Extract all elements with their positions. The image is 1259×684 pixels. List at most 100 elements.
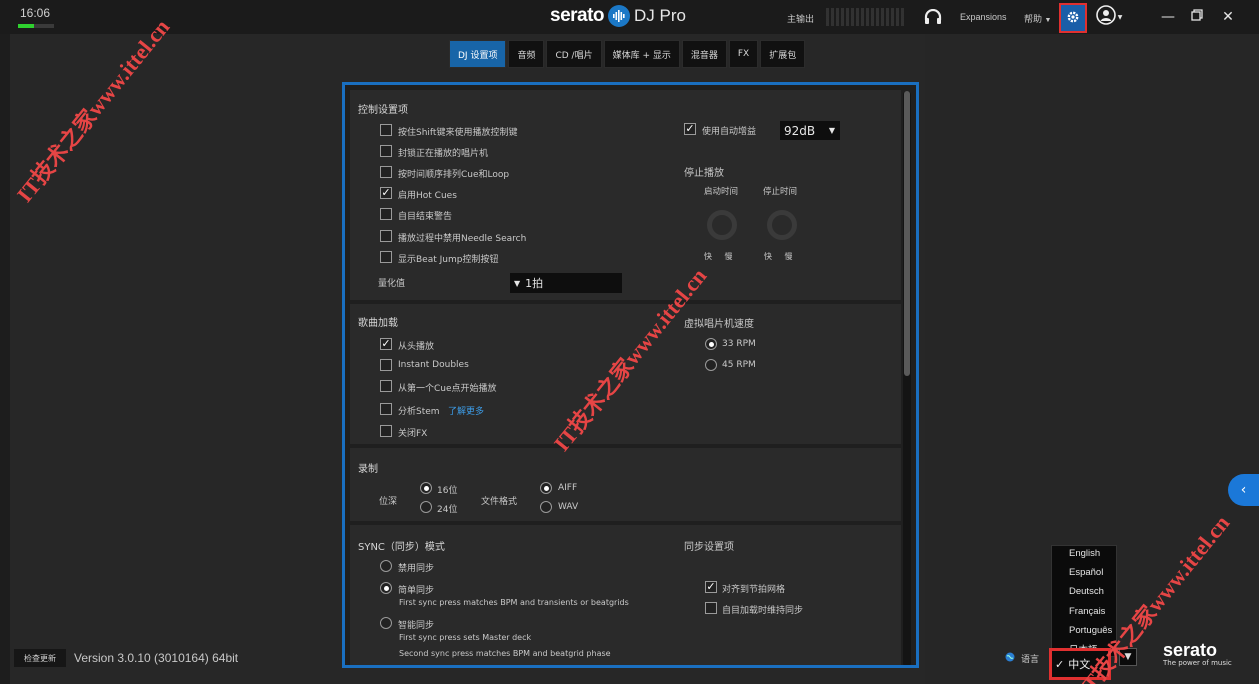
radio-label: 智能同步 [398, 621, 435, 631]
language-option-german[interactable]: Deutsch [1069, 586, 1104, 597]
checkbox-analyze-stems[interactable] [380, 403, 392, 415]
checkbox-label: 启用Hot Cues [398, 191, 457, 201]
radio-label: 24位 [437, 505, 458, 515]
checkbox-label: 播放过程中禁用Needle Search [398, 234, 527, 244]
auto-gain-value: 92dB [784, 123, 816, 138]
sync-mode-title: SYNC（同步）模式 [358, 542, 445, 553]
tab-mixer[interactable]: 混音器 [681, 40, 727, 68]
radio-label: WAV [558, 502, 579, 512]
side-panel-toggle[interactable]: ‹ [1228, 474, 1259, 506]
chevron-down-icon: ▼ [1044, 17, 1052, 24]
checkbox-show-beat-jump[interactable] [380, 251, 392, 263]
tab-expansions[interactable]: 扩展包 [760, 40, 806, 68]
learn-more-link[interactable]: 了解更多 [448, 404, 484, 417]
checkbox-label: 从第一个Cue点开始播放 [398, 384, 497, 394]
radio-aiff[interactable] [540, 482, 552, 494]
checkbox-play-from-first-cue[interactable] [380, 380, 392, 392]
radio-16-bit[interactable] [420, 482, 432, 494]
radio-45-rpm[interactable] [705, 359, 717, 371]
checkbox-auto-gain[interactable]: ✓ [684, 123, 696, 135]
quantize-select[interactable]: ▼ 1拍 [510, 273, 622, 293]
tab-cd-vinyl[interactable]: CD /唱片 [546, 40, 602, 68]
checkbox-turn-off-fx[interactable] [380, 425, 392, 437]
scrollbar-thumb[interactable] [904, 91, 910, 376]
checkbox-end-warning[interactable] [380, 208, 392, 220]
settings-button[interactable] [1059, 3, 1087, 33]
stop-knob-range-label: 快 慢 [764, 252, 793, 261]
checkbox-snap-to-beatgrid[interactable]: ✓ [705, 581, 717, 593]
version-label: Version 3.0.10 (3010164) 64bit [74, 651, 239, 665]
checkbox-label: 关闭FX [398, 429, 428, 439]
checkbox-play-from-start[interactable]: ✓ [380, 338, 392, 350]
checkbox-label: Instant Doubles [398, 360, 469, 370]
checkbox-sort-cues[interactable] [380, 166, 392, 178]
radio-label: 33 RPM [722, 339, 756, 349]
account-menu[interactable]: ▼ [1094, 5, 1124, 29]
language-option-portuguese[interactable]: Português [1069, 625, 1112, 636]
chevron-down-icon: ▼ [828, 126, 835, 135]
radio-label: 16位 [437, 486, 458, 496]
language-option-spanish[interactable]: Español [1069, 567, 1103, 578]
footer-tagline: The power of music [1163, 659, 1232, 667]
radio-24-bit[interactable] [420, 501, 432, 513]
serato-footer-logo: serato The power of music [1163, 641, 1232, 667]
stop-playback-title: 停止播放 [684, 168, 724, 179]
start-knob-range-label: 快 慢 [704, 252, 733, 261]
panel-scrollbar[interactable] [903, 91, 911, 665]
brand-name: serato [550, 5, 605, 26]
checkbox-label: 显示Beat Jump控制按钮 [398, 255, 499, 265]
language-option-english[interactable]: English [1069, 548, 1100, 559]
smart-sync-description-1: First sync press sets Master deck [399, 633, 532, 642]
checkbox-shift-playback[interactable] [380, 124, 392, 136]
auto-gain-select[interactable]: 92dB ▼ [780, 121, 840, 140]
stop-time-knob[interactable] [767, 210, 797, 240]
product-name: DJ Pro [634, 6, 686, 25]
checkbox-lock-playing-deck[interactable] [380, 145, 392, 157]
left-strip [0, 34, 10, 684]
master-out-label: 主输出 [787, 14, 815, 24]
quantize-value: 1拍 [525, 277, 544, 290]
control-section-title: 控制设置项 [358, 105, 408, 116]
checkbox-disable-needle-search[interactable] [380, 230, 392, 242]
help-menu[interactable]: 帮助 ▼ [1024, 12, 1051, 25]
radio-simple-sync[interactable] [380, 582, 392, 594]
tab-fx[interactable]: FX [728, 40, 759, 68]
language-label-text: 语言 [1021, 655, 1040, 665]
expansions-link[interactable]: Expansions [960, 12, 1007, 22]
bit-depth-label: 位深 [379, 497, 398, 507]
radio-33-rpm[interactable] [705, 338, 717, 350]
master-level-meter [826, 8, 904, 26]
gear-icon [1066, 9, 1080, 28]
close-icon: ✕ [1222, 9, 1234, 25]
restore-button[interactable] [1188, 8, 1206, 26]
minimize-button[interactable]: — [1159, 8, 1177, 26]
start-time-knob[interactable] [707, 210, 737, 240]
checkbox-label: 对齐到节拍网格 [722, 585, 786, 595]
virtual-deck-speed-title: 虚拟唱片机速度 [684, 319, 754, 330]
tab-dj-preferences[interactable]: DJ 设置项 [449, 40, 507, 68]
language-label: 语言 [1005, 652, 1039, 665]
top-bar: 16:06 serato DJ Pro 主输出 Expansions 帮助 ▼ … [0, 0, 1259, 34]
radio-sync-off[interactable] [380, 560, 392, 572]
globe-icon [1005, 652, 1015, 665]
close-button[interactable]: ✕ [1219, 8, 1237, 26]
radio-smart-sync[interactable] [380, 617, 392, 629]
record-title: 录制 [358, 464, 378, 475]
language-option-french[interactable]: Français [1069, 606, 1105, 617]
tab-library-display[interactable]: 媒体库 + 显示 [603, 40, 680, 68]
check-updates-button[interactable]: 检查更新 [14, 649, 66, 667]
tab-audio[interactable]: 音频 [508, 40, 545, 68]
checkbox-label: 分析Stem [398, 407, 440, 417]
checkbox-instant-doubles[interactable] [380, 359, 392, 371]
headphones-icon[interactable] [922, 7, 944, 27]
user-avatar-icon [1095, 5, 1116, 29]
serato-logo-icon [608, 5, 631, 27]
radio-label: 禁用同步 [398, 564, 435, 574]
checkbox-enable-hot-cues[interactable]: ✓ [380, 187, 392, 199]
checkbox-keep-sync-on-load[interactable] [705, 602, 717, 614]
sync-settings-title: 同步设置项 [684, 542, 734, 553]
auto-gain-label: 使用自动增益 [702, 127, 757, 137]
radio-wav[interactable] [540, 501, 552, 513]
checkbox-label: 封锁正在播放的唱片机 [398, 149, 489, 159]
chevron-down-icon: ▼ [514, 278, 521, 288]
